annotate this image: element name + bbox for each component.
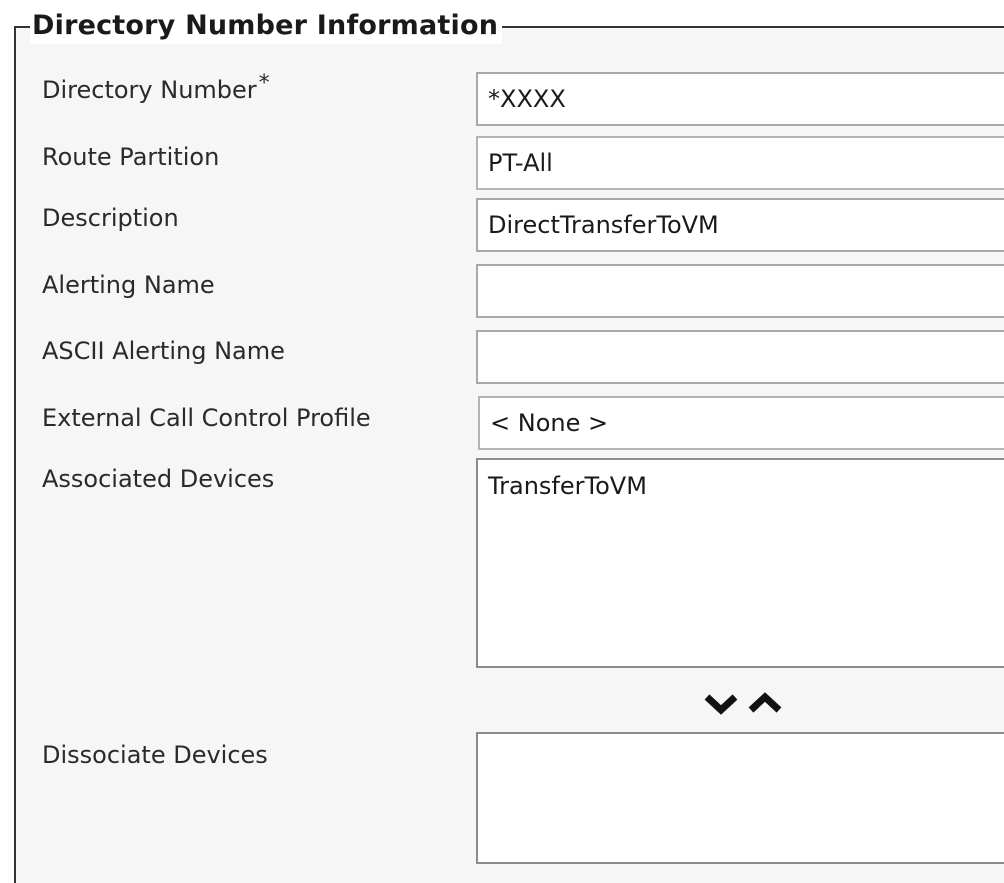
description-label: Description <box>42 204 179 232</box>
ascii-alerting-name-input[interactable] <box>476 330 1004 384</box>
move-devices-controls <box>702 688 788 722</box>
dissociate-devices-listbox[interactable] <box>476 732 1004 864</box>
alerting-name-label: Alerting Name <box>42 271 215 299</box>
route-partition-label: Route Partition <box>42 143 220 171</box>
chevron-down-icon <box>704 694 738 715</box>
dissociate-devices-label: Dissociate Devices <box>42 741 268 769</box>
directory-number-input[interactable]: *XXXX <box>476 72 1004 126</box>
associated-devices-label: Associated Devices <box>42 465 275 493</box>
ascii-alerting-name-label: ASCII Alerting Name <box>42 337 285 365</box>
directory-number-page: Directory Number Information Directory N… <box>0 0 1004 883</box>
chevron-up-icon <box>748 692 782 713</box>
associated-device-item[interactable]: TransferToVM <box>488 472 1004 500</box>
section-legend: Directory Number Information <box>30 8 503 44</box>
external-call-control-profile-select[interactable]: < None > <box>478 396 1004 450</box>
alerting-name-input[interactable] <box>476 264 1004 318</box>
move-down-button[interactable] <box>702 688 740 718</box>
route-partition-select[interactable]: PT-All <box>476 136 1004 190</box>
description-input[interactable]: DirectTransferToVM <box>476 198 1004 252</box>
directory-number-label: Directory Number* <box>42 71 270 105</box>
required-asterisk: * <box>258 71 270 96</box>
associated-devices-listbox[interactable]: TransferToVM <box>476 458 1004 668</box>
external-call-control-profile-label: External Call Control Profile <box>42 404 371 432</box>
directory-number-label-text: Directory Number <box>42 76 257 104</box>
move-up-button[interactable] <box>746 688 784 718</box>
